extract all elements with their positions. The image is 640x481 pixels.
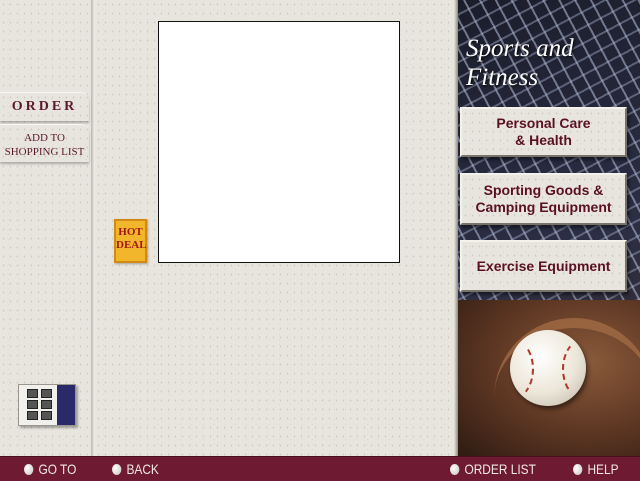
main-content: HOT DEAL (95, 0, 454, 456)
back-label: BACK (126, 461, 159, 477)
bullet-icon (450, 464, 460, 475)
category-label-line1: Personal Care (496, 115, 591, 131)
category-label-line2: & Health (515, 132, 572, 148)
goto-button[interactable]: GO TO (24, 457, 76, 481)
back-button[interactable]: BACK (112, 457, 159, 481)
category-panel: Sports and Fitness Personal Care & Healt… (454, 0, 640, 456)
baseball-image (510, 330, 586, 406)
section-title-line2: Fitness (466, 64, 539, 91)
shopping-tab-label-line2: SHOPPING LIST (4, 146, 85, 158)
category-exercise-equipment-button[interactable]: Exercise Equipment (460, 240, 627, 292)
bottom-navigation-bar: GO TO BACK ORDER LIST HELP (0, 456, 640, 481)
calculator-icon[interactable] (18, 384, 76, 426)
category-personal-care-button[interactable]: Personal Care & Health (460, 107, 627, 157)
section-title-line1: Sports and (466, 35, 574, 62)
bullet-icon (24, 464, 34, 475)
order-tab[interactable]: ORDER (0, 92, 89, 121)
hot-deal-badge[interactable]: HOT DEAL (114, 219, 147, 263)
category-label-line2: Camping Equipment (475, 199, 612, 215)
hot-deal-line1: HOT (118, 226, 143, 238)
category-label-line1: Exercise Equipment (476, 257, 611, 274)
bullet-icon (573, 464, 583, 475)
shopping-tab-label-line1: ADD TO (24, 132, 65, 144)
section-title: Sports and Fitness (466, 34, 636, 92)
bullet-icon (112, 464, 122, 475)
order-list-button[interactable]: ORDER LIST (450, 457, 536, 481)
category-sporting-goods-button[interactable]: Sporting Goods & Camping Equipment (460, 173, 627, 225)
product-image-frame (158, 21, 400, 263)
hot-deal-line2: DEAL (116, 239, 147, 251)
category-label-line1: Sporting Goods & (483, 182, 604, 198)
help-button[interactable]: HELP (573, 457, 619, 481)
order-tab-label: ORDER (11, 99, 78, 114)
order-list-label: ORDER LIST (464, 461, 536, 477)
help-label: HELP (587, 461, 619, 477)
add-to-shopping-list-tab[interactable]: ADD TO SHOPPING LIST (0, 124, 89, 162)
goto-label: GO TO (38, 461, 77, 477)
left-sidebar: ORDER ADD TO SHOPPING LIST (0, 0, 91, 456)
